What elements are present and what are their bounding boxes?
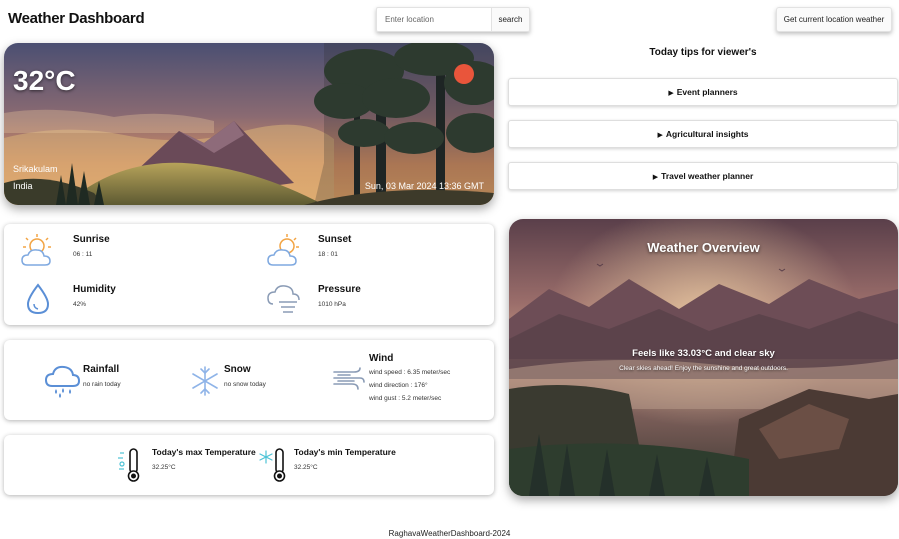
weather-overview-card: Weather Overview Feels like 33.03°C and … (509, 219, 898, 496)
sun-icon (454, 64, 474, 84)
overview-title: Weather Overview (647, 240, 760, 255)
feels-like-text: Feels like 33.03°C and clear sky (632, 348, 775, 359)
thermometer-hot-icon (118, 448, 140, 482)
country-name: India (13, 181, 33, 191)
search-bar: search (376, 7, 530, 32)
triangle-right-icon: ▶ (652, 174, 659, 181)
droplet-icon (26, 283, 50, 315)
min-temperature-title: Today's min Temperature (294, 447, 396, 457)
sunset-metric: Sunset 18 : 01 (318, 234, 351, 258)
min-temperature-metric: Today's min Temperature 32.25°C (294, 447, 396, 471)
precipitation-card: Rainfall no rain today Snow no snow toda… (4, 340, 494, 420)
tip-label: Travel weather planner (661, 171, 754, 181)
max-temperature-metric: Today's max Temperature 32.25°C (152, 447, 256, 471)
pressure-icon (267, 285, 300, 313)
rainfall-value: no rain today (83, 381, 121, 388)
search-input[interactable] (376, 7, 491, 32)
overview-description: Clear skies ahead! Enjoy the sunshine an… (619, 365, 788, 372)
max-temperature-value: 32.25°C (152, 464, 176, 471)
wind-icon (333, 367, 365, 390)
rain-cloud-icon (44, 365, 81, 398)
humidity-title: Humidity (73, 284, 116, 295)
tip-agricultural-insights[interactable]: ▶ Agricultural insights (508, 120, 898, 148)
wind-direction: wind direction : 176° (369, 382, 428, 389)
date-time: Sun, 03 Mar 2024 13:36 GMT (364, 181, 484, 191)
page-title: Weather Dashboard (8, 10, 145, 27)
pressure-metric: Pressure 1010 hPa (318, 284, 361, 308)
tip-label: Event planners (676, 87, 738, 97)
snow-title: Snow (224, 364, 251, 375)
current-temperature: 32°C (13, 65, 76, 96)
humidity-value: 42% (73, 301, 87, 308)
current-weather-card: 32°C Srikakulam India Sun, 03 Mar 2024 1… (4, 43, 494, 205)
tip-label: Agricultural insights (665, 129, 749, 139)
sunrise-metric: Sunrise 06 : 11 (73, 234, 110, 258)
snowflake-icon (192, 366, 218, 396)
humidity-metric: Humidity 42% (73, 284, 116, 308)
sun-humidity-card: Sunrise 06 : 11 Sunset 18 : 01 Humidity … (4, 224, 494, 325)
tip-travel-weather-planner[interactable]: ▶ Travel weather planner (508, 162, 898, 190)
rainfall-title: Rainfall (83, 364, 120, 375)
pressure-title: Pressure (318, 284, 361, 295)
pressure-value: 1010 hPa (318, 301, 346, 308)
temperature-range-card: Today's max Temperature 32.25°C Today's … (4, 435, 494, 495)
footer-credit: RaghavaWeatherDashboard-2024 (388, 529, 511, 538)
snow-metric: Snow no snow today (224, 364, 266, 388)
sunset-title: Sunset (318, 234, 352, 245)
current-location-button[interactable]: Get current location weather (776, 7, 892, 32)
snow-value: no snow today (224, 381, 266, 388)
wind-title: Wind (369, 353, 394, 364)
wind-gust: wind gust : 5.2 meter/sec (369, 395, 442, 402)
search-button[interactable]: search (491, 7, 530, 32)
triangle-right-icon: ▶ (657, 132, 663, 139)
sunrise-title: Sunrise (73, 234, 110, 245)
sunset-value: 18 : 01 (318, 251, 338, 258)
sunset-icon (267, 234, 299, 266)
thermometer-cold-icon (259, 448, 286, 482)
min-temperature-value: 32.25°C (294, 464, 318, 471)
sunrise-icon (21, 234, 51, 266)
city-name: Srikakulam (13, 164, 58, 174)
tip-event-planners[interactable]: ▶ Event planners (508, 78, 898, 106)
rainfall-metric: Rainfall no rain today (83, 364, 121, 388)
wind-metric: Wind wind speed : 6.35 meter/sec wind di… (369, 353, 450, 402)
triangle-right-icon: ▶ (668, 90, 674, 97)
wind-speed: wind speed : 6.35 meter/sec (369, 369, 451, 376)
max-temperature-title: Today's max Temperature (152, 447, 256, 457)
tips-title: Today tips for viewer's (649, 47, 757, 58)
sunrise-value: 06 : 11 (73, 251, 93, 258)
